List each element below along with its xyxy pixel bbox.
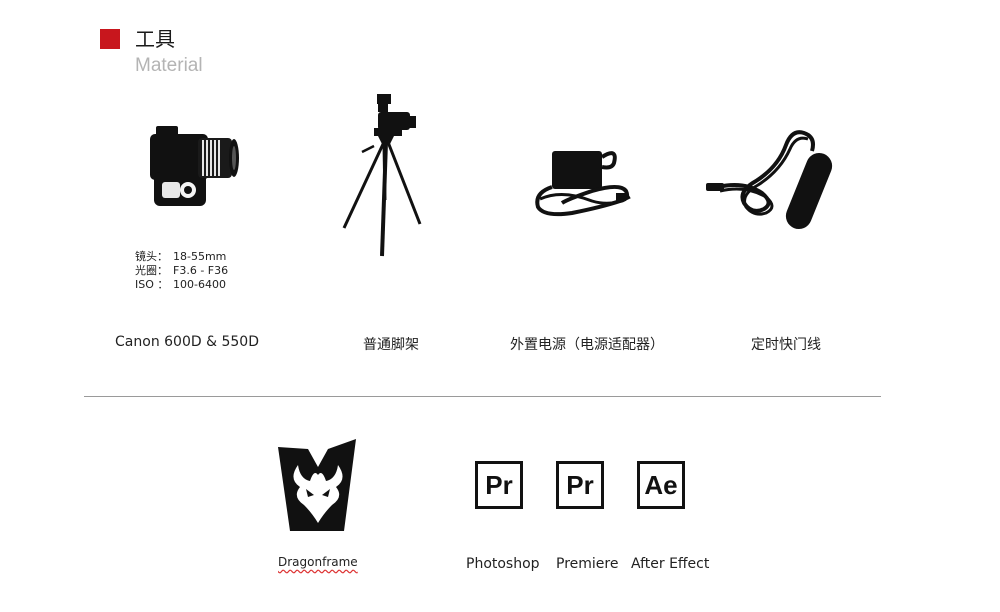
premiere-logo-icon: Pr — [556, 461, 604, 509]
camera-icon — [150, 126, 239, 206]
dragonframe-logo-icon — [278, 439, 356, 531]
section-title: 工具 — [135, 27, 175, 51]
software-label-premiere: Premiere — [556, 556, 619, 572]
section-divider — [84, 396, 881, 397]
spec-lens: 镜头： 18-55mm — [135, 250, 227, 263]
section-subtitle: Material — [135, 55, 203, 76]
equipment-caption-power-adapter: 外置电源（电源适配器） — [510, 337, 664, 353]
software-label-after-effect: After Effect — [631, 556, 710, 572]
spec-iso: ISO ： 100-6400 — [135, 278, 226, 291]
premiere-logo-icon: Pr — [475, 461, 523, 509]
software-label-photoshop: Photoshop — [466, 556, 540, 572]
tripod-icon — [342, 94, 422, 257]
dragonframe-label: Dragonframe — [278, 555, 358, 569]
equipment-caption-tripod: 普通脚架 — [363, 337, 419, 353]
camera-specs: 镜头： 18-55mm 光圈： F3.6 - F36 ISO ： 100-6400 — [135, 250, 228, 292]
after-effects-logo-icon: Ae — [637, 461, 685, 509]
equipment-caption-camera: Canon 600D & 550D — [115, 334, 259, 350]
title-accent-square — [100, 29, 120, 49]
equipment-caption-shutter-cable: 定时快门线 — [751, 337, 821, 353]
power-adapter-icon — [535, 151, 631, 217]
shutter-release-cable-icon — [706, 130, 833, 230]
spec-aperture: 光圈： F3.6 - F36 — [135, 264, 229, 277]
